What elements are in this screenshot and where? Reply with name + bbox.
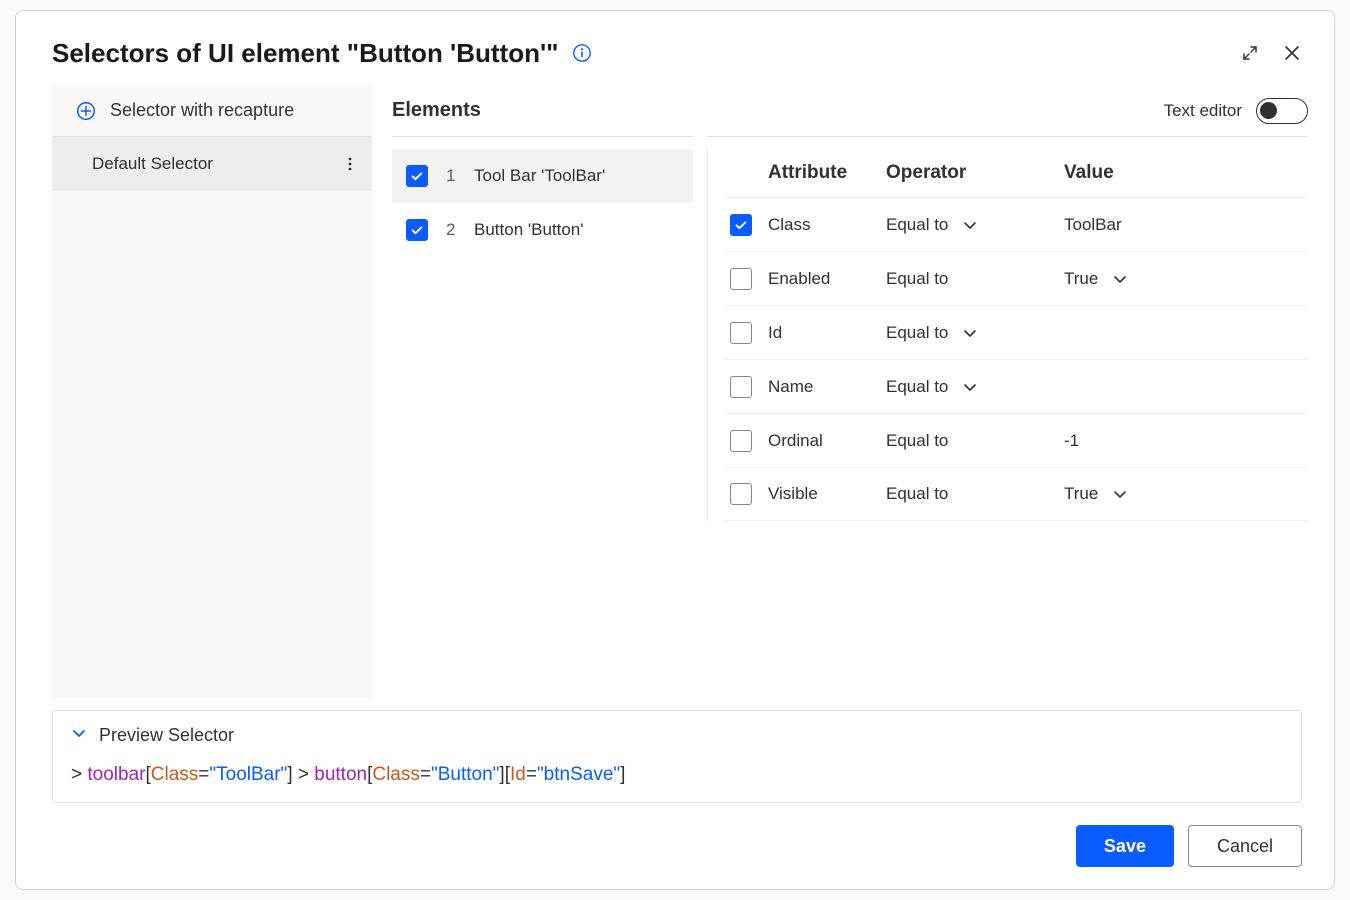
value-select[interactable]: ToolBar bbox=[1064, 215, 1302, 235]
preview-toggle[interactable]: Preview Selector bbox=[71, 725, 1283, 746]
element-index: 2 bbox=[446, 220, 464, 240]
element-index: 1 bbox=[446, 166, 464, 186]
elements-heading: Elements bbox=[392, 99, 481, 122]
code-token: = bbox=[198, 764, 209, 785]
attribute-row: Visible Equal to True bbox=[724, 467, 1308, 521]
attribute-name: Ordinal bbox=[768, 431, 878, 451]
code-token: toolbar bbox=[87, 764, 145, 785]
elements-list: 1 Tool Bar 'ToolBar' 2 Button 'Button' bbox=[392, 149, 693, 257]
value-select[interactable]: -1 bbox=[1064, 431, 1302, 451]
attribute-checkbox[interactable] bbox=[730, 322, 752, 344]
dialog-title: Selectors of UI element "Button 'Button'… bbox=[52, 38, 558, 69]
toggle-knob bbox=[1260, 102, 1277, 119]
code-token: > bbox=[71, 764, 87, 785]
attribute-checkbox[interactable] bbox=[730, 214, 752, 236]
preview-label: Preview Selector bbox=[99, 725, 234, 746]
code-token: Id bbox=[510, 764, 526, 785]
value-select[interactable]: True bbox=[1064, 269, 1302, 289]
element-label: Tool Bar 'ToolBar' bbox=[474, 166, 605, 186]
code-token: ] bbox=[620, 764, 625, 785]
sidebar-item-selector[interactable]: Default Selector bbox=[52, 137, 372, 191]
text-editor-toggle[interactable] bbox=[1256, 98, 1308, 124]
element-row[interactable]: 1 Tool Bar 'ToolBar' bbox=[392, 149, 693, 203]
new-selector-button[interactable]: Selector with recapture bbox=[52, 85, 372, 137]
attribute-checkbox[interactable] bbox=[730, 430, 752, 452]
preview-selector-box: Preview Selector > toolbar[Class="ToolBa… bbox=[52, 710, 1302, 803]
sidebar-item-label: Default Selector bbox=[92, 154, 338, 174]
code-token: "btnSave" bbox=[537, 764, 620, 785]
element-row[interactable]: 2 Button 'Button' bbox=[392, 203, 693, 257]
text-editor-label: Text editor bbox=[1164, 101, 1242, 121]
elements-column: Elements 1 Tool Bar 'ToolBar' 2 Button 'But… bbox=[372, 85, 707, 698]
selector-list-sidebar: Selector with recapture Default Selector bbox=[52, 85, 372, 698]
expand-icon[interactable] bbox=[1232, 35, 1268, 71]
attributes-column: Text editor Attribute Operator Value Cla… bbox=[707, 85, 1334, 698]
text-editor-toggle-row: Text editor bbox=[707, 85, 1308, 137]
col-operator: Operator bbox=[886, 162, 1056, 184]
chevron-down-icon bbox=[71, 725, 87, 746]
info-icon[interactable] bbox=[572, 43, 592, 63]
col-attribute: Attribute bbox=[768, 162, 878, 184]
cancel-button[interactable]: Cancel bbox=[1188, 825, 1302, 867]
plus-circle-icon bbox=[76, 101, 96, 121]
code-token: button bbox=[314, 764, 367, 785]
attribute-row: Name Equal to bbox=[724, 359, 1308, 413]
dialog-footer: Save Cancel bbox=[16, 803, 1334, 889]
code-token: = bbox=[420, 764, 431, 785]
code-token: "Button" bbox=[431, 764, 499, 785]
attribute-name: Visible bbox=[768, 484, 878, 504]
code-token: = bbox=[526, 764, 537, 785]
operator-select[interactable]: Equal to bbox=[886, 484, 1056, 504]
element-label: Button 'Button' bbox=[474, 220, 584, 240]
operator-select[interactable]: Equal to bbox=[886, 269, 1056, 289]
operator-select[interactable]: Equal to bbox=[886, 377, 1056, 397]
col-value: Value bbox=[1064, 162, 1302, 184]
attributes-grid: Attribute Operator Value Class Equal to To… bbox=[707, 149, 1308, 521]
main-area: Selector with recapture Default Selector… bbox=[16, 85, 1334, 698]
attribute-checkbox[interactable] bbox=[730, 376, 752, 398]
operator-select[interactable]: Equal to bbox=[886, 323, 1056, 343]
attribute-row: Enabled Equal to True bbox=[724, 251, 1308, 305]
attribute-name: Id bbox=[768, 323, 878, 343]
attribute-checkbox[interactable] bbox=[730, 268, 752, 290]
attribute-name: Enabled bbox=[768, 269, 878, 289]
value-select[interactable]: True bbox=[1064, 484, 1302, 504]
element-checkbox[interactable] bbox=[406, 165, 428, 187]
attribute-row: Ordinal Equal to -1 bbox=[724, 413, 1308, 467]
attribute-checkbox[interactable] bbox=[730, 483, 752, 505]
code-token: > bbox=[293, 764, 315, 785]
code-token: Class bbox=[151, 764, 199, 785]
operator-select[interactable]: Equal to bbox=[886, 215, 1056, 235]
attributes-header-row: Attribute Operator Value bbox=[724, 149, 1308, 197]
element-checkbox[interactable] bbox=[406, 219, 428, 241]
code-token: "ToolBar" bbox=[209, 764, 287, 785]
attribute-rows: Class Equal to ToolBar Enabled Equal to True I… bbox=[724, 197, 1308, 521]
selector-builder-dialog: Selectors of UI element "Button 'Button'… bbox=[15, 10, 1335, 890]
more-vertical-icon[interactable] bbox=[338, 152, 362, 176]
operator-select[interactable]: Equal to bbox=[886, 431, 1056, 451]
attribute-row: Id Equal to bbox=[724, 305, 1308, 359]
attribute-name: Class bbox=[768, 215, 878, 235]
save-button[interactable]: Save bbox=[1076, 825, 1174, 867]
title-bar: Selectors of UI element "Button 'Button'… bbox=[16, 11, 1334, 85]
preview-code[interactable]: > toolbar[Class="ToolBar"] > button[Clas… bbox=[71, 764, 1283, 786]
close-icon[interactable] bbox=[1274, 35, 1310, 71]
elements-header: Elements bbox=[392, 85, 693, 137]
attribute-name: Name bbox=[768, 377, 878, 397]
selector-items: Default Selector bbox=[52, 137, 372, 191]
code-token: Class bbox=[372, 764, 420, 785]
new-selector-label: Selector with recapture bbox=[110, 100, 294, 121]
attribute-row: Class Equal to ToolBar bbox=[724, 197, 1308, 251]
